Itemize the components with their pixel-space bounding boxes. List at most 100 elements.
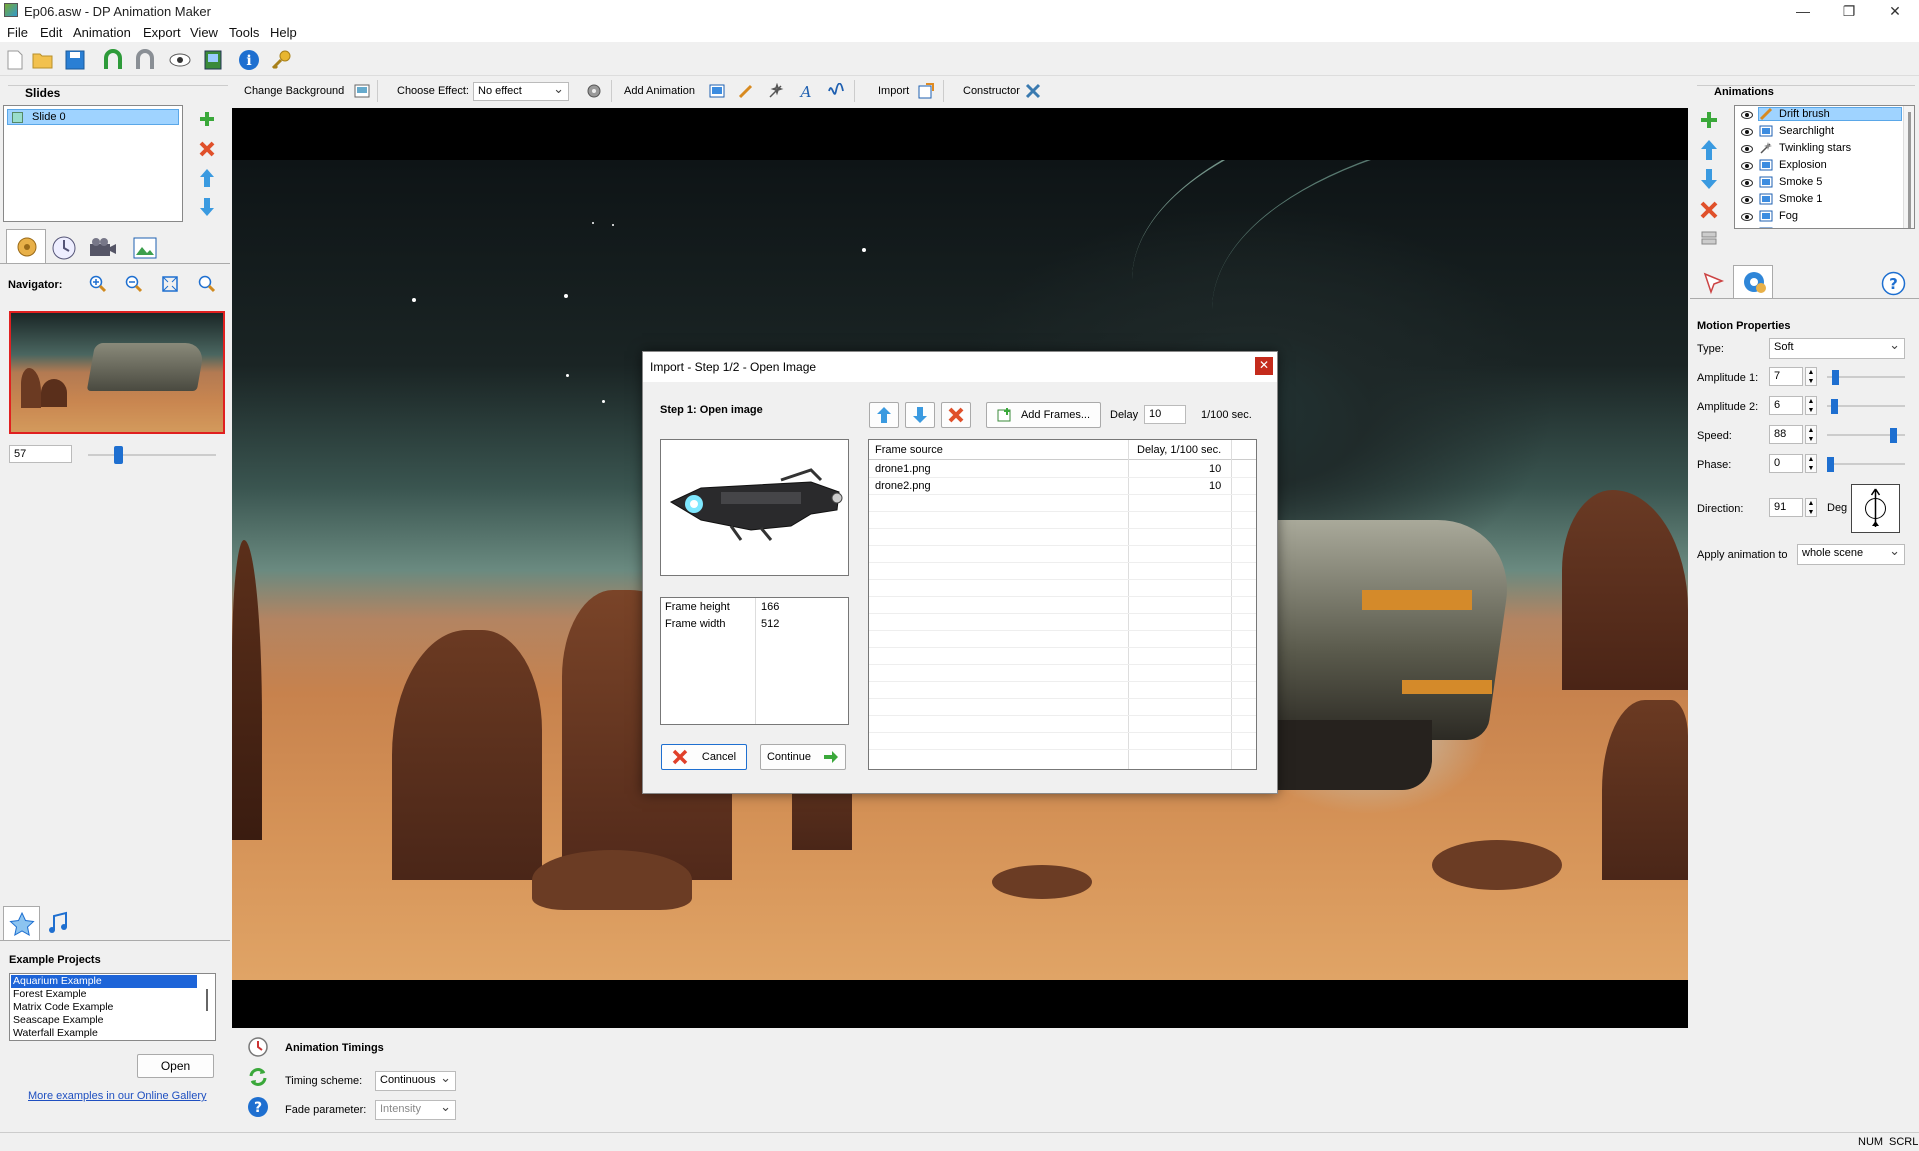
amplitude1-spinner[interactable]: ▲ ▼ — [1805, 367, 1817, 386]
key-icon[interactable] — [268, 47, 294, 73]
cancel-button[interactable]: Cancel — [661, 744, 747, 770]
speed-slider-thumb[interactable] — [1890, 428, 1897, 443]
phase-input[interactable]: 0 — [1769, 454, 1803, 473]
change-background-icon[interactable] — [354, 83, 370, 99]
frames-table[interactable]: Frame source Delay, 1/100 sec. drone1.pn… — [868, 439, 1257, 770]
zoom-slider-track[interactable] — [88, 454, 216, 456]
minimize-button[interactable]: — — [1780, 0, 1826, 22]
maximize-button[interactable]: ❐ — [1826, 0, 1872, 22]
visibility-eye-icon[interactable] — [1741, 194, 1753, 204]
example-projects-list[interactable]: Aquarium Example Forest Example Matrix C… — [9, 973, 216, 1041]
continue-button[interactable]: Continue — [760, 744, 846, 770]
example-item[interactable]: Seascape Example — [13, 1014, 103, 1026]
slides-list[interactable]: Slide 0 — [3, 105, 183, 222]
amplitude2-slider[interactable] — [1827, 405, 1905, 407]
tab-camera[interactable] — [88, 234, 118, 262]
tab-image[interactable] — [131, 234, 159, 262]
menu-edit[interactable]: Edit — [40, 25, 62, 40]
menu-tools[interactable]: Tools — [229, 25, 259, 40]
choose-effect-select[interactable]: No effect — [473, 81, 569, 101]
tab-favorites[interactable] — [3, 906, 40, 940]
import-button[interactable]: Import — [878, 85, 909, 97]
zoom-in-icon[interactable] — [89, 275, 107, 293]
visibility-eye-icon[interactable] — [1741, 228, 1753, 229]
add-frames-button[interactable]: Add Frames... — [986, 402, 1101, 428]
example-item[interactable]: Matrix Code Example — [13, 1001, 113, 1013]
animation-item[interactable]: Explosion — [1739, 158, 1901, 172]
amplitude2-input[interactable]: 6 — [1769, 396, 1803, 415]
online-gallery-link[interactable]: More examples in our Online Gallery — [28, 1090, 207, 1102]
tab-motion-properties[interactable] — [1733, 265, 1773, 298]
visibility-eye-icon[interactable] — [1741, 143, 1753, 153]
animation-item[interactable]: Twinkling stars — [1739, 141, 1901, 155]
menu-animation[interactable]: Animation — [73, 25, 131, 40]
redo-icon[interactable] — [132, 47, 158, 73]
move-frame-down-button[interactable] — [905, 402, 935, 428]
phase-slider[interactable] — [1827, 463, 1905, 465]
timing-scheme-select[interactable]: Continuous — [375, 1070, 456, 1091]
table-row[interactable]: drone1.png 10 — [869, 461, 1256, 478]
zoom-out-icon[interactable] — [125, 275, 143, 293]
dialog-close-button[interactable]: ✕ — [1255, 357, 1273, 375]
tab-music[interactable] — [46, 910, 72, 936]
constructor-icon[interactable] — [1025, 83, 1041, 99]
help-icon[interactable]: ? — [247, 1096, 269, 1118]
phase-slider-thumb[interactable] — [1827, 457, 1834, 472]
navigator-preview[interactable] — [9, 311, 225, 434]
delay-input[interactable]: 10 — [1144, 405, 1186, 424]
animation-item[interactable]: Searchlight — [1739, 124, 1901, 138]
move-slide-down-icon[interactable] — [198, 197, 216, 217]
amplitude2-spinner[interactable]: ▲ ▼ — [1805, 396, 1817, 415]
fit-to-window-icon[interactable] — [161, 275, 179, 293]
direction-spinner[interactable]: ▲ ▼ — [1805, 498, 1817, 517]
column-header-delay[interactable]: Delay, 1/100 sec. — [1137, 444, 1221, 456]
amplitude1-input[interactable]: 7 — [1769, 367, 1803, 386]
menu-file[interactable]: File — [7, 25, 28, 40]
visibility-eye-icon[interactable] — [1741, 160, 1753, 170]
amplitude2-slider-thumb[interactable] — [1831, 399, 1838, 414]
save-icon[interactable] — [62, 47, 88, 73]
zoom-slider-thumb[interactable] — [114, 446, 123, 464]
undo-icon[interactable] — [100, 47, 126, 73]
example-item[interactable]: Aquarium Example — [11, 975, 197, 988]
move-frame-up-button[interactable] — [869, 402, 899, 428]
zoom-value-input[interactable]: 57 — [9, 445, 72, 463]
animation-item[interactable]: Smoke 5 — [1739, 175, 1901, 189]
constructor-button[interactable]: Constructor — [963, 85, 1020, 97]
animations-list[interactable]: Drift brush Searchlight Twinkling stars Exp… — [1734, 105, 1915, 229]
menu-help[interactable]: Help — [270, 25, 297, 40]
direction-input[interactable]: 91 — [1769, 498, 1803, 517]
add-sparkle-icon[interactable] — [768, 82, 784, 99]
example-item[interactable]: Forest Example — [13, 988, 87, 1000]
list-scrollbar[interactable] — [206, 989, 208, 1011]
move-animation-down-icon[interactable] — [1699, 168, 1719, 190]
open-example-button[interactable]: Open — [137, 1054, 214, 1078]
visibility-eye-icon[interactable] — [1741, 109, 1753, 119]
animation-settings-icon[interactable] — [1699, 228, 1719, 248]
column-header-source[interactable]: Frame source — [875, 444, 943, 456]
speed-spinner[interactable]: ▲ ▼ — [1805, 425, 1817, 444]
tab-animation-path[interactable] — [1701, 270, 1727, 296]
add-slide-icon[interactable] — [198, 110, 216, 128]
animation-item[interactable]: Fog — [1739, 209, 1901, 223]
help-circle-icon[interactable]: ? — [1881, 271, 1906, 296]
tab-timeline[interactable] — [50, 234, 78, 262]
refresh-icon[interactable] — [247, 1066, 269, 1088]
change-background-button[interactable]: Change Background — [244, 85, 344, 97]
speed-input[interactable]: 88 — [1769, 425, 1803, 444]
amplitude1-slider-thumb[interactable] — [1832, 370, 1839, 385]
visibility-eye-icon[interactable] — [1741, 126, 1753, 136]
animation-item[interactable]: Electric discharge 2 — [1739, 226, 1901, 229]
example-item[interactable]: Waterfall Example — [13, 1027, 98, 1039]
delete-animation-icon[interactable] — [1699, 200, 1719, 220]
new-file-icon[interactable] — [2, 47, 28, 73]
direction-dial[interactable] — [1851, 484, 1900, 533]
slide-item[interactable]: Slide 0 — [7, 109, 179, 125]
move-animation-up-icon[interactable] — [1699, 139, 1719, 161]
table-row[interactable]: drone2.png 10 — [869, 478, 1256, 495]
add-image-animation-icon[interactable] — [709, 83, 725, 99]
delete-slide-icon[interactable] — [198, 140, 216, 158]
add-wave-icon[interactable] — [828, 82, 844, 99]
animation-item[interactable]: Drift brush — [1739, 107, 1901, 121]
visibility-eye-icon[interactable] — [1741, 211, 1753, 221]
